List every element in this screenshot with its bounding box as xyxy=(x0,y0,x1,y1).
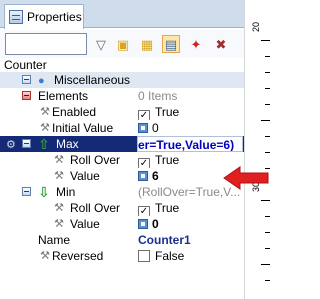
properties-toolbar: ▽ ▣ ▦ ▤ ✦ ✖ xyxy=(0,30,244,58)
red-arrow-annotation xyxy=(223,166,269,190)
property-row-elements[interactable]: Elements 0 Items xyxy=(0,88,244,104)
ruler-tick xyxy=(265,56,270,57)
ruler: 20 30 xyxy=(244,0,270,299)
ruler-tick xyxy=(265,280,270,281)
value-type-icon xyxy=(138,219,148,229)
property-name: Enabled xyxy=(52,105,97,119)
value-type-icon xyxy=(138,171,148,181)
checkbox[interactable] xyxy=(138,250,150,262)
property-row-enabled[interactable]: ⚒ Enabled ✓ True xyxy=(0,104,244,120)
filter-button[interactable]: ▽ xyxy=(92,35,110,53)
tab-properties-label: Properties xyxy=(27,10,82,24)
property-row-min[interactable]: ⇩ Min (RollOver=True,V... xyxy=(0,184,244,200)
property-name: Value xyxy=(70,169,100,183)
wrench-icon: ⚒ xyxy=(54,170,64,182)
property-row-reversed[interactable]: ⚒ Reversed False xyxy=(0,248,244,264)
ruler-tick xyxy=(265,152,270,153)
collapse-icon[interactable] xyxy=(22,139,31,148)
property-value[interactable]: 0 xyxy=(138,216,244,232)
ruler-tick xyxy=(261,40,270,41)
property-row-min-rollover[interactable]: ⚒ Roll Over ✓ True xyxy=(0,200,244,216)
value-text: 6 xyxy=(152,169,159,183)
wrench-icon: ⚒ xyxy=(54,202,64,214)
category-label: Miscellaneous xyxy=(54,73,131,87)
wrench-icon: ⚒ xyxy=(40,122,50,134)
property-row-min-value[interactable]: ⚒ Value 0 xyxy=(0,216,244,232)
ruler-tick xyxy=(261,264,270,265)
ruler-tick xyxy=(261,120,270,121)
property-name: Min xyxy=(56,185,76,199)
alphabetical-button[interactable]: ▦ xyxy=(138,35,156,53)
collapse-icon[interactable] xyxy=(22,187,31,196)
ruler-tick xyxy=(265,232,270,233)
ruler-tick xyxy=(261,200,270,201)
property-row-initial-value[interactable]: ⚒ Initial Value 0 xyxy=(0,120,244,136)
property-pages-button[interactable]: ▤ xyxy=(162,35,180,53)
ruler-tick xyxy=(265,72,270,73)
ruler-tick xyxy=(265,104,270,105)
tools-icon: ✖ xyxy=(215,36,227,52)
checkbox[interactable]: ✓ xyxy=(138,110,150,120)
pin-icon: ✦ xyxy=(190,36,202,52)
collapse-icon[interactable] xyxy=(22,75,31,84)
tools-button[interactable]: ✖ xyxy=(212,35,230,53)
checkbox-label: False xyxy=(155,249,185,263)
property-value[interactable]: 0 xyxy=(138,120,244,136)
property-row-max-rollover[interactable]: ⚒ Roll Over ✓ True xyxy=(0,152,244,168)
selected-object-label: Counter xyxy=(4,58,47,72)
property-row-max-value[interactable]: ⚒ Value 6 xyxy=(0,168,244,184)
category-miscellaneous[interactable]: ● Miscellaneous xyxy=(0,72,244,88)
ruler-tick xyxy=(265,136,270,137)
alphabetical-icon: ▦ xyxy=(140,36,154,52)
ruler-label: 20 xyxy=(251,22,261,33)
categorized-button[interactable]: ▣ xyxy=(114,35,132,53)
property-row-name[interactable]: Name Counter1 xyxy=(0,232,244,248)
filter-icon: ▽ xyxy=(96,36,106,52)
checkbox-label: True xyxy=(155,201,180,215)
arrow-down-icon: ⇩ xyxy=(38,184,50,200)
checkbox[interactable]: ✓ xyxy=(138,158,150,168)
properties-icon xyxy=(9,10,23,24)
property-name: Value xyxy=(70,217,100,231)
categorized-icon: ▣ xyxy=(116,36,130,52)
property-name: Max xyxy=(56,137,79,151)
checkbox-label: True xyxy=(155,153,180,167)
property-value[interactable]: er=True,Value=6) xyxy=(137,136,243,152)
property-value[interactable]: Counter1 xyxy=(138,232,244,248)
wrench-icon: ⚒ xyxy=(54,218,64,230)
property-name: Roll Over xyxy=(70,201,121,215)
wrench-icon: ⚒ xyxy=(40,250,50,262)
property-grid: ● Miscellaneous Elements 0 Items ⚒ Enabl… xyxy=(0,72,244,299)
ruler-tick xyxy=(265,88,270,89)
property-value[interactable]: 0 Items xyxy=(138,88,244,104)
property-pages-icon: ▤ xyxy=(164,36,178,52)
value-text: 0 xyxy=(152,217,159,231)
arrow-up-icon: ⇧ xyxy=(38,136,50,152)
collapse-icon[interactable] xyxy=(22,91,31,100)
wrench-icon: ⚒ xyxy=(40,106,50,118)
misc-category-icon: ● xyxy=(38,75,45,87)
value-text: 0 xyxy=(152,121,159,135)
property-name: Roll Over xyxy=(70,153,121,167)
tab-bar: Properties xyxy=(0,0,244,29)
property-name: Elements xyxy=(38,89,89,103)
property-name: Initial Value xyxy=(52,121,114,135)
ruler-tick xyxy=(265,248,270,249)
checkbox[interactable]: ✓ xyxy=(138,206,150,216)
value-type-icon xyxy=(138,123,148,133)
ruler-tick xyxy=(265,216,270,217)
property-name: Reversed xyxy=(52,249,104,263)
checkbox-label: True xyxy=(155,105,180,119)
wrench-icon: ⚒ xyxy=(54,154,64,166)
tab-properties[interactable]: Properties xyxy=(4,4,84,29)
pin-button[interactable]: ✦ xyxy=(187,35,205,53)
link-icon: ⚙ xyxy=(6,139,16,151)
property-name: Name xyxy=(38,233,71,247)
property-row-max[interactable]: ⚙ ⇧ Max er=True,Value=6) xyxy=(0,136,244,152)
search-input[interactable] xyxy=(5,33,87,55)
property-value[interactable]: False xyxy=(138,248,244,264)
property-value[interactable]: ✓ True xyxy=(138,200,244,216)
property-value[interactable]: ✓ True xyxy=(138,104,244,120)
